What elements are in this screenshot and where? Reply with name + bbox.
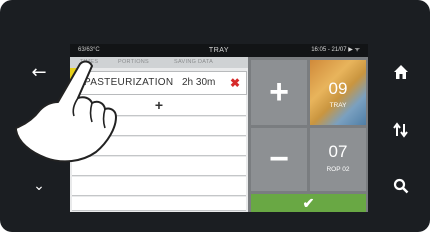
status-bar: 63/63°C TRAY 16:05 - 21/07 ▶ ᯤ <box>70 44 368 57</box>
chevron-down-icon[interactable]: ⌄ <box>27 174 51 198</box>
empty-row <box>72 177 246 196</box>
rop-number: 07 <box>328 142 348 161</box>
device-bezel: ← ⌄ 63/63°C TRAY 16:05 - 21/07 ▶ ᯤ TIMES… <box>0 0 430 232</box>
confirm-button[interactable]: ✔ <box>251 194 366 212</box>
tab-saving-data[interactable]: SAVING DATA <box>174 57 213 68</box>
increment-button[interactable]: + <box>251 60 307 125</box>
tray-tile[interactable]: 09 TRAY <box>310 60 366 125</box>
empty-row <box>72 197 246 211</box>
tray-number: 09 <box>328 79 348 98</box>
rop-tile[interactable]: 07 ROP 02 <box>310 128 366 191</box>
home-icon[interactable] <box>389 60 413 84</box>
pointing-hand-icon <box>15 60 117 163</box>
clock-readout: 16:05 - 21/07 ▶ ᯤ <box>311 47 360 53</box>
delete-icon[interactable]: ✖ <box>230 72 240 94</box>
transfer-arrows-icon[interactable] <box>389 118 413 142</box>
decrement-button[interactable]: − <box>251 128 307 191</box>
program-time: 2h 30m <box>182 77 216 88</box>
search-icon[interactable] <box>389 174 413 198</box>
rop-label: ROP 02 <box>326 166 350 173</box>
tray-label: TRAY <box>329 102 347 109</box>
